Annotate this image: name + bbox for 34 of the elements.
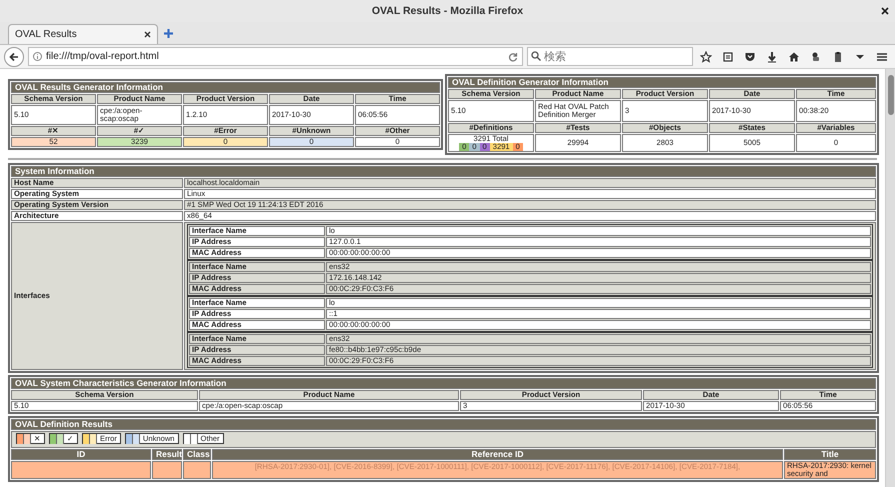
column-header: ID (11, 448, 151, 460)
star-icon[interactable] (700, 50, 712, 62)
download-icon[interactable] (766, 50, 778, 62)
swatch-shade (90, 434, 97, 444)
url-text: file:///tmp/oval-report.html (46, 50, 160, 64)
clipboard-icon[interactable] (832, 50, 844, 62)
section-title: System Information (11, 166, 876, 177)
search-field[interactable]: 検索 (527, 47, 693, 66)
section-title: OVAL Definition Generator Information (448, 77, 876, 88)
browser-tab[interactable]: OVAL Results (8, 24, 158, 44)
window-title: OVAL Results - Mozilla Firefox (372, 4, 524, 19)
plus-icon[interactable] (164, 29, 173, 38)
swatch-shade (57, 434, 64, 444)
reading-list-icon[interactable] (722, 50, 734, 62)
column-header: Reference ID (212, 448, 783, 460)
back-button[interactable] (4, 46, 24, 66)
home-icon[interactable] (788, 50, 800, 62)
tab-label: OVAL Results (15, 28, 77, 42)
close-icon[interactable] (881, 7, 889, 15)
swatch-shade (24, 434, 31, 444)
column-header: Result (152, 448, 182, 460)
reload-icon[interactable] (508, 52, 518, 62)
url-field[interactable]: file:///tmp/oval-report.html (28, 47, 523, 66)
section-title: OVAL Definition Results (11, 419, 876, 430)
column-header: Title (784, 448, 876, 460)
close-icon[interactable] (144, 31, 151, 38)
section-title: OVAL System Characteristics Generator Information (11, 378, 876, 389)
menu-icon[interactable] (876, 50, 888, 62)
search-icon (531, 51, 541, 61)
scrollbar[interactable] (885, 69, 895, 487)
column-header: Class (183, 448, 211, 460)
section-title: OVAL Results Generator Information (11, 82, 440, 93)
back-arrow-icon (9, 52, 19, 62)
info-icon (33, 52, 42, 61)
